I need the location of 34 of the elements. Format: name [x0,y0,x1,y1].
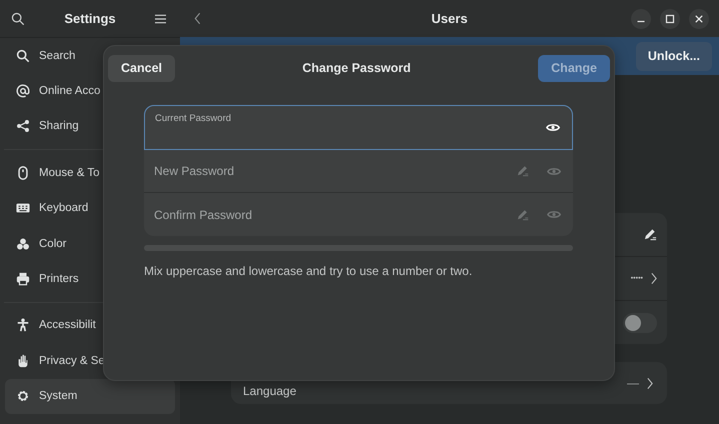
language-label: Language [243,384,296,398]
hint-text: Mix uppercase and lowercase and try to use a number or two. [144,264,474,278]
mouse-icon [16,166,30,180]
sidebar-title: Settings [64,11,116,26]
keyboard-icon [16,201,30,216]
sidebar-item[interactable]: System [5,378,175,414]
circles-icon [16,236,30,251]
window-title: Users [431,11,468,26]
edit-icon [517,165,529,177]
toggle-switch[interactable] [623,312,657,332]
unlock-button[interactable]: Unlock... [636,42,712,70]
close-icon[interactable] [689,8,709,28]
hand-icon [16,354,30,368]
cancel-button[interactable]: Cancel [108,54,175,82]
eye-icon[interactable] [546,122,560,133]
search-icon [16,48,30,63]
gear-icon [16,389,30,404]
password-field[interactable]: Current Password [144,105,573,150]
edit-icon [517,208,529,220]
dialog-title: Change Password [302,61,411,75]
maximize-icon[interactable] [660,8,680,28]
menu-icon[interactable] [154,14,166,24]
at-icon [16,84,30,98]
sidebar-item[interactable]: Accessibilit [5,308,175,344]
printer-icon [16,272,30,286]
person-icon [16,318,30,332]
chevron-icon [651,272,657,285]
chevron-icon [647,376,653,390]
search-icon[interactable] [11,12,25,26]
back-icon[interactable] [194,12,201,25]
language-value: — [627,376,639,390]
share-icon [16,119,30,134]
edit-icon[interactable] [644,228,657,241]
password-field[interactable]: New Password [144,150,573,193]
